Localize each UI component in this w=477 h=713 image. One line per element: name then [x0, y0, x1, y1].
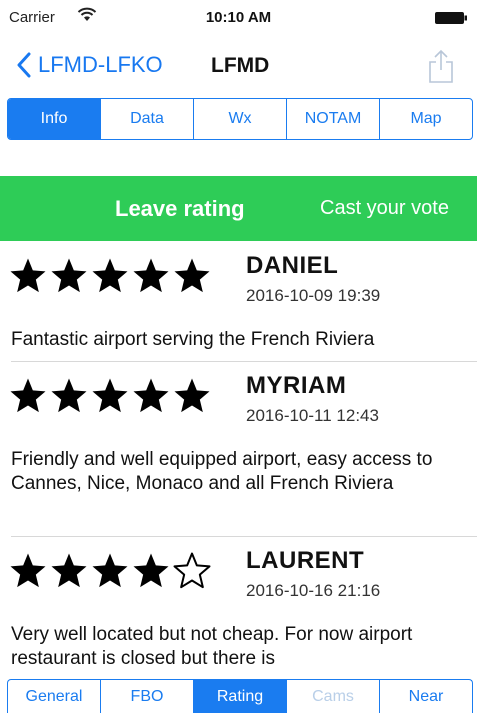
tab-rating[interactable]: Rating: [194, 680, 287, 713]
status-bar: Carrier 10:10 AM: [0, 0, 477, 38]
review-date: 2016-10-09 19:39: [246, 286, 381, 305]
star-filled-icon: [51, 258, 87, 293]
review-comment: Fantastic airport serving the French Riv…: [11, 329, 375, 350]
top-segmented-control: Info Data Wx NOTAM Map: [7, 98, 473, 140]
review-date: 2016-10-11 12:43: [246, 406, 379, 425]
star-filled-icon: [174, 378, 210, 413]
star-empty-icon: [173, 552, 211, 589]
star-filled-icon: [10, 378, 46, 413]
review-date: 2016-10-16 21:16: [246, 581, 381, 600]
clock: 10:10 AM: [205, 9, 272, 26]
star-filled-icon: [92, 258, 128, 293]
share-icon[interactable]: [423, 48, 459, 84]
star-filled-icon: [51, 553, 87, 588]
tab-notam[interactable]: NOTAM: [287, 99, 380, 139]
navigation-bar: LFMD-LFKO LFMD: [0, 38, 477, 94]
star-filled-icon: [133, 378, 169, 413]
back-button[interactable]: LFMD-LFKO: [16, 52, 163, 78]
divider: [11, 536, 477, 537]
tab-wx[interactable]: Wx: [194, 99, 287, 139]
tab-map[interactable]: Map: [380, 99, 472, 139]
star-filled-icon: [133, 258, 169, 293]
page-title: LFMD: [211, 54, 270, 77]
divider: [11, 361, 477, 362]
chevron-left-icon: [17, 52, 31, 78]
reviewer-name: LAURENT: [246, 547, 365, 574]
back-button-label: LFMD-LFKO: [38, 52, 163, 77]
leave-rating-button[interactable]: Leave rating: [115, 196, 245, 222]
tab-general[interactable]: General: [8, 680, 101, 713]
star-filled-icon: [174, 258, 210, 293]
star-filled-icon: [92, 378, 128, 413]
star-rating: [8, 551, 213, 591]
tab-cams: Cams: [287, 680, 380, 713]
star-filled-icon: [133, 553, 169, 588]
star-rating: [8, 376, 213, 416]
rating-banner: Leave rating Cast your vote: [0, 176, 477, 241]
bottom-segmented-control: General FBO Rating Cams Near: [7, 679, 473, 713]
star-rating: [8, 256, 213, 296]
review-comment: Very well located but not cheap. For now…: [11, 624, 413, 669]
reviewer-name: MYRIAM: [246, 372, 347, 399]
tab-info[interactable]: Info: [8, 99, 101, 139]
star-filled-icon: [10, 258, 46, 293]
review-comment: Friendly and well equipped airport, easy…: [11, 449, 433, 494]
battery-icon: [435, 12, 467, 24]
cast-vote-label: Cast your vote: [320, 197, 449, 219]
reviewer-name: DANIEL: [246, 252, 339, 279]
star-filled-icon: [10, 553, 46, 588]
tab-fbo[interactable]: FBO: [101, 680, 194, 713]
star-filled-icon: [51, 378, 87, 413]
tab-data[interactable]: Data: [101, 99, 194, 139]
star-filled-icon: [92, 553, 128, 588]
tab-near[interactable]: Near: [380, 680, 472, 713]
